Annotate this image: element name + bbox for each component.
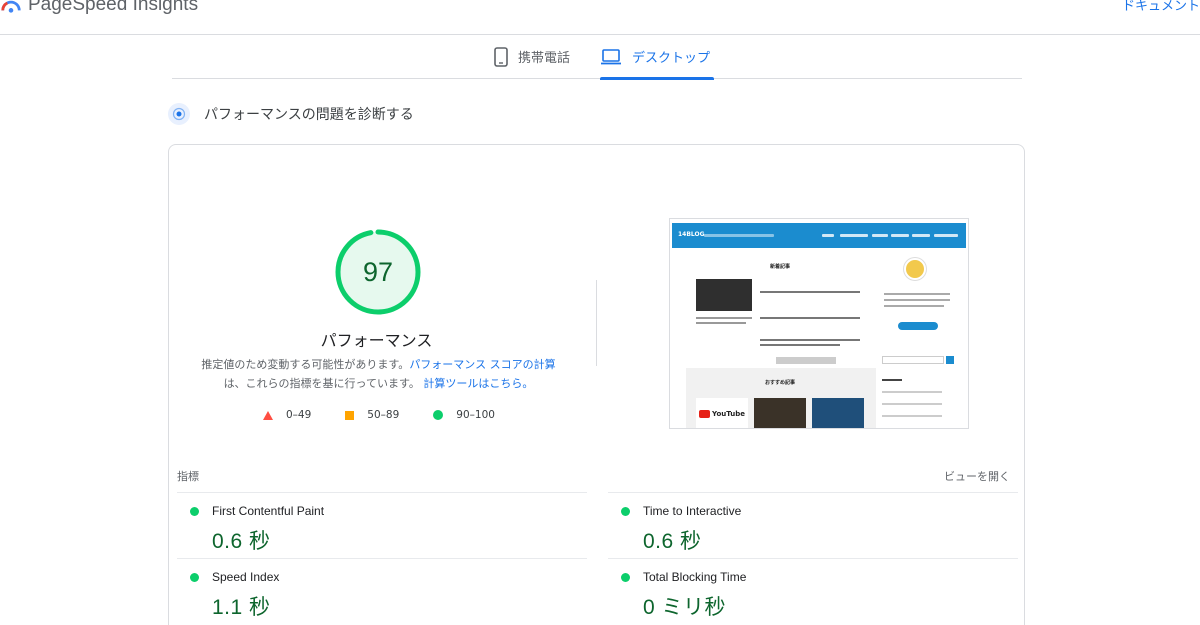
vertical-divider (596, 280, 597, 366)
expand-view-toggle[interactable]: ビューを開く (944, 468, 1010, 484)
metric-value: 1.1 秒 (212, 596, 271, 619)
screenshot-youtube-card: YouTube (696, 398, 748, 428)
screenshot-heading-recommended: おすすめ記事 (765, 380, 796, 386)
metric-name: Total Blocking Time (643, 570, 747, 584)
metric-tbt: Total Blocking Time 0 ミリ秒 (608, 558, 1018, 624)
performance-card: 97 パフォーマンス 推定値のため変動する可能性があります。パフォーマンス スコ… (168, 144, 1025, 625)
screenshot-heading-new: 新着記事 (770, 264, 791, 270)
pass-dot-icon (621, 573, 630, 582)
smartphone-icon (494, 46, 508, 67)
section-header: パフォーマンスの問題を診断する (168, 103, 414, 125)
screenshot-navbar: 14BLOG (672, 223, 966, 248)
pass-dot-icon (190, 573, 199, 582)
legend-fail-range: 0–49 (286, 409, 312, 421)
circle-icon (433, 410, 444, 420)
app-logo[interactable]: PageSpeed Insights (0, 0, 198, 18)
legend-pass-range: 90–100 (456, 409, 495, 421)
laptop-icon (600, 48, 622, 65)
performance-note: 推定値のため変動する可能性があります。パフォーマンス スコアの計算 は、これらの… (191, 355, 566, 393)
screenshot-youtube-text: YouTube (712, 410, 745, 418)
pass-dot-icon (190, 507, 199, 516)
note-text-1: 推定値のため変動する可能性があります。 (201, 358, 410, 371)
metric-value: 0 ミリ秒 (643, 596, 727, 619)
app-title: PageSpeed Insights (28, 0, 199, 15)
screenshot-sidebar (880, 253, 955, 423)
top-app-bar: PageSpeed Insights ドキュメント (0, 0, 1200, 35)
metric-value: 0.6 秒 (212, 530, 271, 553)
metric-name: First Contentful Paint (212, 504, 325, 518)
metric-speed-index: Speed Index 1.1 秒 (177, 558, 587, 624)
legend-average-range: 50–89 (367, 409, 400, 421)
docs-link[interactable]: ドキュメント (1122, 0, 1200, 14)
metric-value: 0.6 秒 (643, 530, 702, 553)
screenshot-site-name: 14BLOG (678, 231, 705, 238)
metric-name: Time to Interactive (643, 504, 742, 518)
metric-tti: Time to Interactive 0.6 秒 (608, 492, 1018, 558)
metric-fcp: First Contentful Paint 0.6 秒 (177, 492, 587, 558)
legend-pass: 90–100 (433, 409, 495, 421)
calculator-link[interactable]: 計算ツールはこちら。 (423, 377, 533, 390)
metrics-heading: 指標 (177, 470, 199, 483)
square-icon (345, 410, 355, 420)
tab-mobile-label: 携帯電話 (518, 51, 571, 66)
performance-score: 97 (362, 256, 394, 287)
metric-name: Speed Index (212, 570, 280, 584)
diagnostics-icon (168, 103, 190, 125)
device-tabs: 携帯電話 デスクトップ (172, 35, 1022, 80)
page-screenshot[interactable]: 14BLOG 新着記事 おすすめ記事 YouTube (669, 218, 969, 429)
tab-mobile[interactable]: 携帯電話 (494, 35, 570, 78)
performance-gauge: 97 (335, 229, 421, 315)
score-calc-link[interactable]: パフォーマンス スコアの計算 (409, 358, 555, 371)
legend-average: 50–89 (345, 409, 399, 421)
pass-dot-icon (621, 507, 630, 516)
legend-fail: 0–49 (263, 409, 311, 421)
tab-desktop-label: デスクトップ (632, 51, 711, 66)
pagespeed-logo-icon (0, 0, 22, 18)
section-title: パフォーマンスの問題を診断する (204, 107, 414, 123)
metrics-header: 指標 ビューを開く (177, 468, 1010, 484)
note-text-2: は、これらの指標を基に行っています。 (223, 377, 420, 390)
youtube-logo-icon (699, 410, 711, 418)
performance-label: パフォーマンス (320, 331, 433, 350)
triangle-icon (263, 410, 273, 420)
score-legend: 0–49 50–89 90–100 (263, 409, 529, 421)
tab-desktop[interactable]: デスクトップ (600, 35, 715, 80)
